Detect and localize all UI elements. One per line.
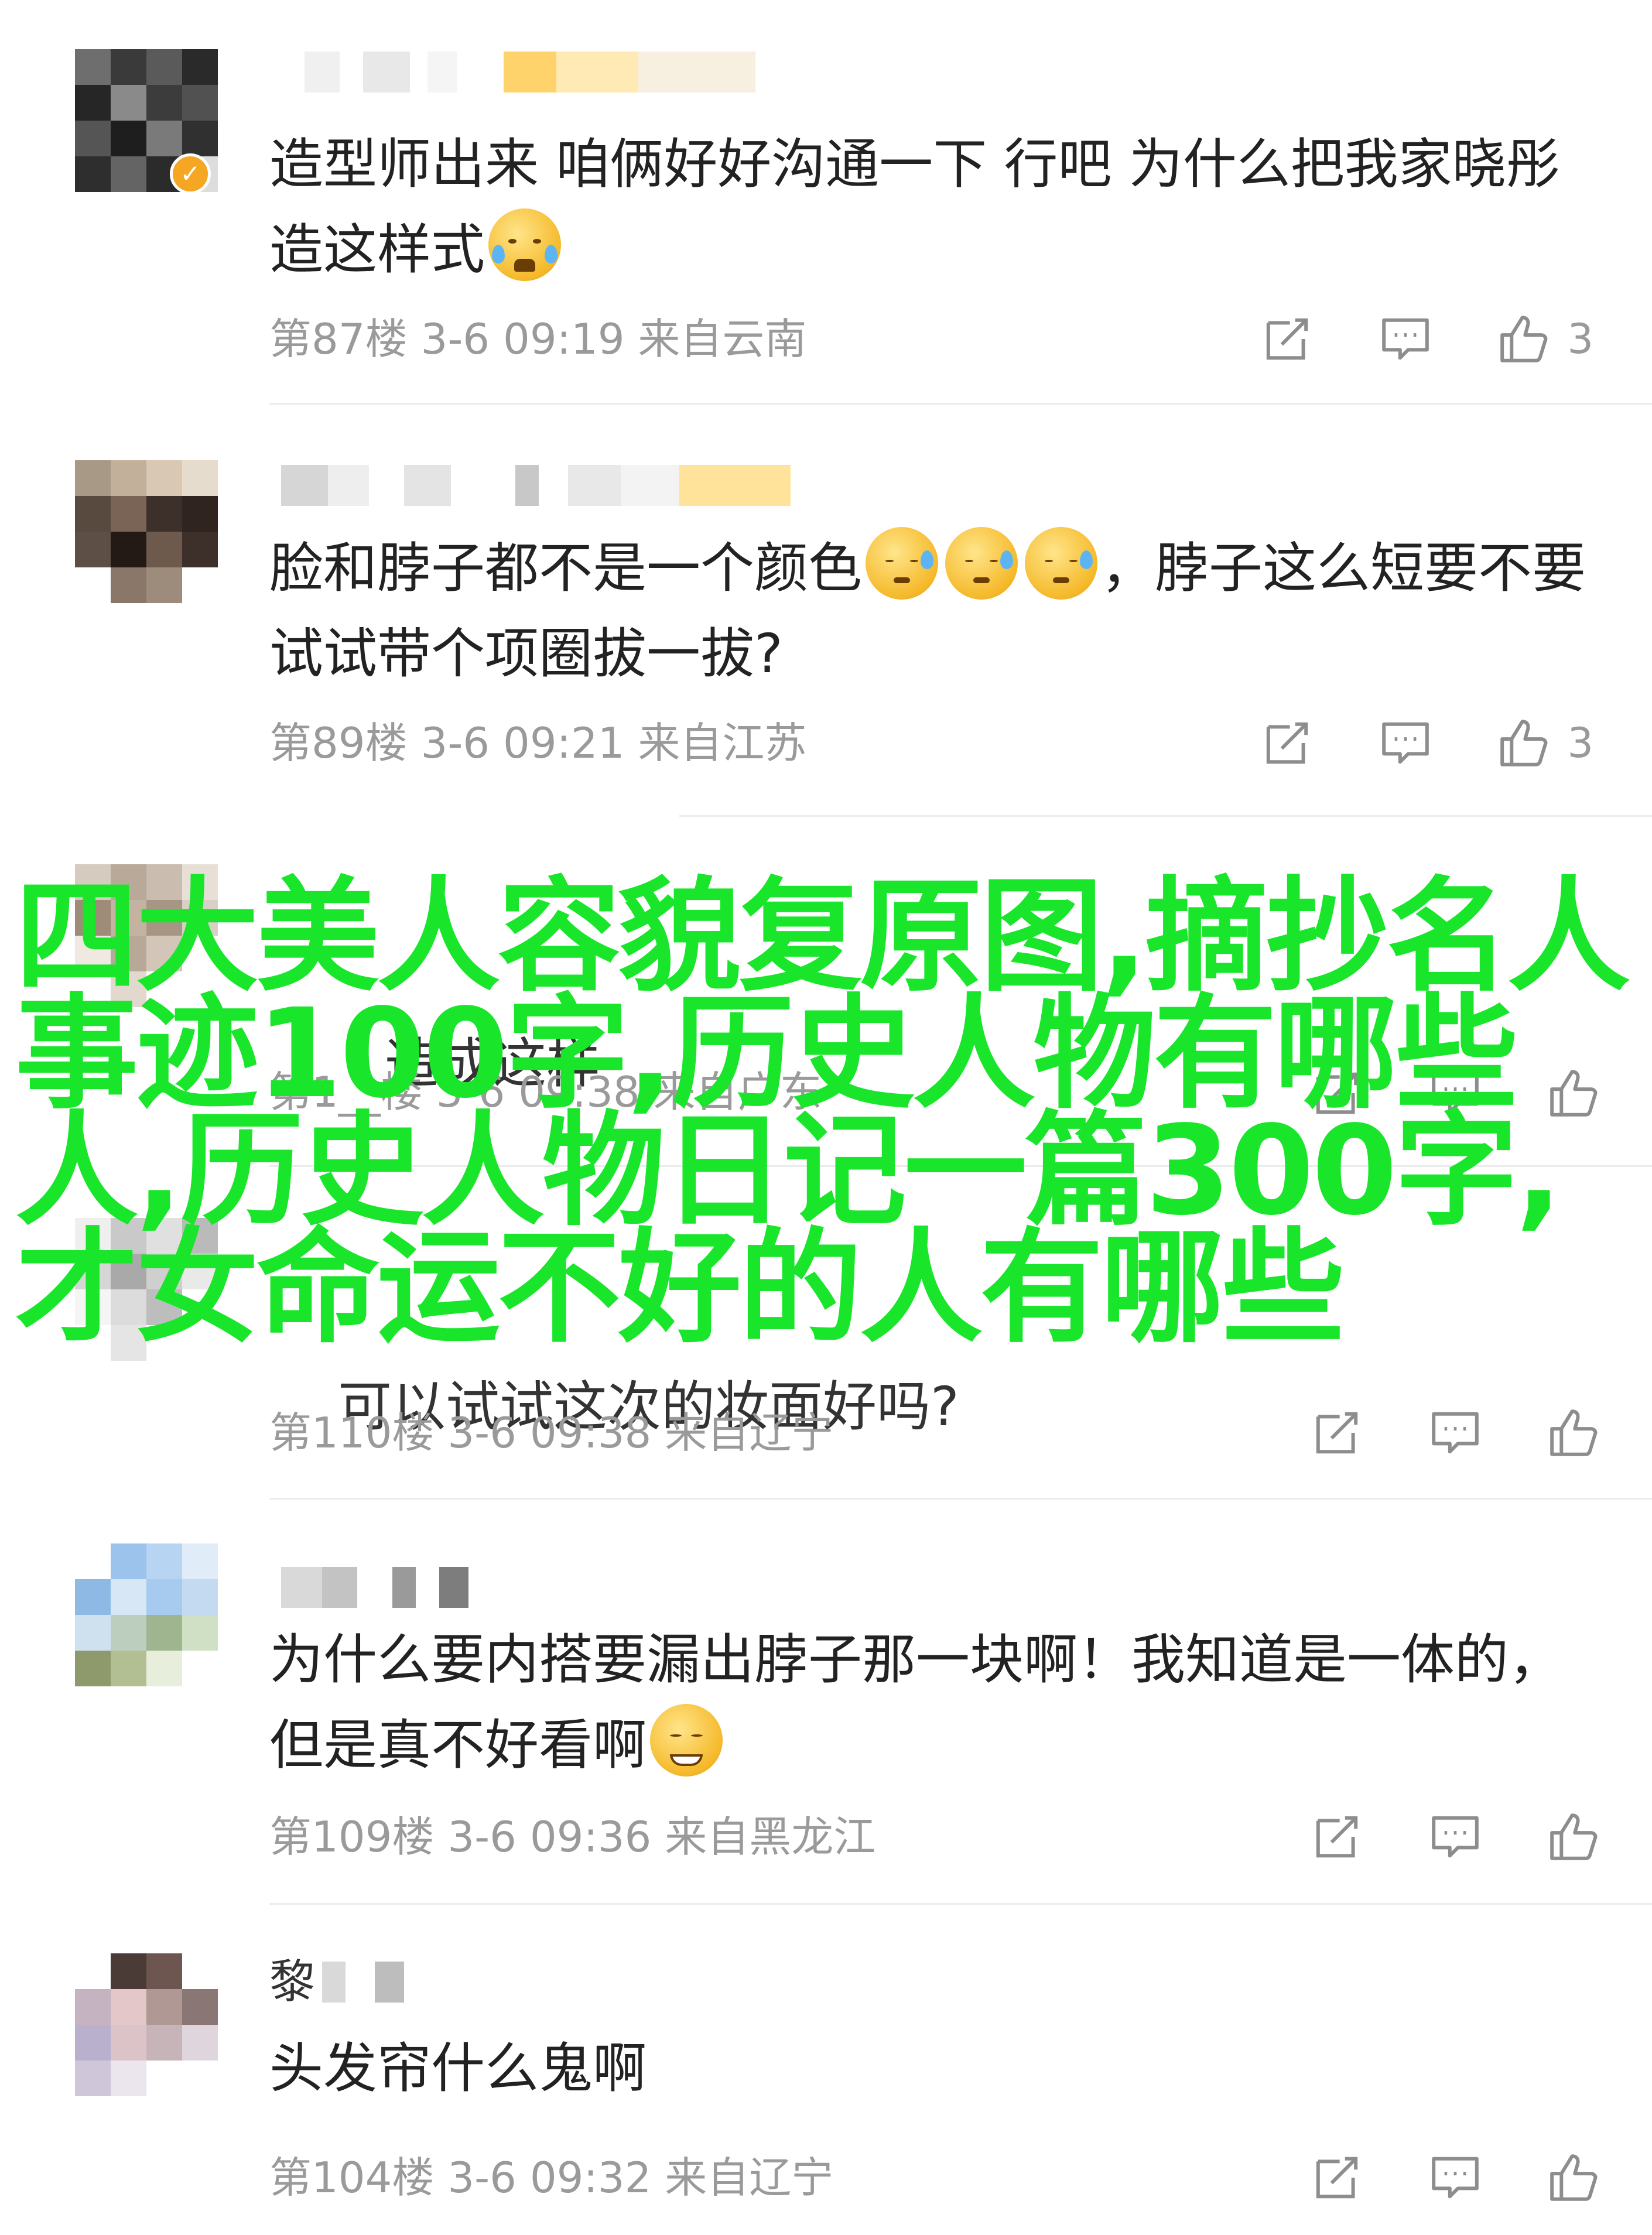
comment-meta: 第104楼 3-6 09:32 来自辽宁 [269,2151,833,2204]
cold-sweat-face-icon [1025,527,1098,600]
comment-time: 09:21 [503,718,625,768]
like-button[interactable] [1547,1406,1617,1460]
reply-button[interactable] [1379,312,1432,366]
avatar[interactable] [75,1953,218,2096]
comment-date: 3-6 [447,1812,517,1861]
like-icon [1550,1813,1598,1860]
loudly-crying-face-icon [488,208,562,281]
comment-location: 来自云南 [638,314,807,364]
comment-actions [1246,1805,1617,1869]
reply-icon [1432,1816,1479,1858]
share-icon [1267,318,1308,360]
like-icon [1500,720,1548,766]
share-button[interactable] [1260,312,1314,366]
reply-button[interactable] [1428,1406,1482,1460]
comment-text-content: 脸和脖子都不是一个颜色 [269,537,863,600]
comment-meta: 第110楼 3-6 09:38 来自辽宁 [269,1406,833,1459]
comment-date: 3-6 [420,314,490,364]
overlay-title: 四大美人容貌复原图,摘抄名人事迹100字,历史人物有哪些人,历史人物日记一篇30… [15,865,1630,1360]
share-icon [1267,722,1308,764]
reply-icon [1382,722,1429,764]
cold-sweat-face-icon [945,527,1018,600]
comment-location: 来自辽宁 [665,2153,834,2202]
reply-icon [1382,318,1429,360]
reply-icon [1432,2157,1479,2199]
share-button[interactable] [1310,1810,1364,1864]
share-button[interactable] [1310,2151,1364,2205]
comment-date: 3-6 [447,1408,517,1457]
share-icon [1316,1816,1358,1858]
like-button[interactable]: 3 [1497,716,1593,770]
share-button[interactable] [1260,716,1314,770]
comment-meta: 第109楼 3-6 09:36 来自黑龙江 [269,1810,875,1863]
like-icon [1550,2154,1598,2201]
floor-number: 第110楼 [269,1408,435,1457]
comment-date: 3-6 [420,718,490,768]
like-button[interactable] [1547,2151,1617,2205]
comment-actions [1246,2145,1617,2210]
reply-button[interactable] [1428,1810,1482,1864]
avatar[interactable] [75,1543,218,1686]
like-count: 3 [1567,719,1593,767]
comment-text-content: 为什么要内搭要漏出脖子那一块啊！我知道是一体的，但是真不好看啊 [269,1628,1563,1777]
comment-time: 09:32 [529,2153,652,2202]
divider [269,1498,1652,1500]
comment-time: 09:36 [529,1812,652,1861]
divider [269,403,1652,405]
verified-badge-icon: ✓ [170,153,211,194]
floor-number: 第109楼 [269,1812,435,1861]
comment-text: 造型师出来 咱俩好好沟通一下 行吧 为什么把我家晓彤造这样式 [269,122,1593,293]
username-visible-char: 黎 [269,1956,316,2008]
floor-number: 第89楼 [269,718,408,768]
divider [269,1903,1652,1905]
like-button[interactable] [1547,1810,1617,1864]
comment-actions [1246,1401,1617,1465]
like-count: 3 [1567,315,1593,363]
like-icon [1550,1409,1598,1456]
floor-number: 第87楼 [269,314,408,364]
comment-meta: 第89楼 3-6 09:21 来自江苏 [269,717,806,769]
comment-text: 为什么要内搭要漏出脖子那一块啊！我知道是一体的，但是真不好看啊 [269,1617,1593,1788]
comment-text-content: 头发帘什么鬼啊 [269,2037,647,2100]
avatar[interactable] [75,460,218,603]
share-icon [1316,2157,1358,2199]
share-button[interactable] [1310,1406,1364,1460]
comment-location: 来自江苏 [638,718,807,768]
comment-text: 脸和脖子都不是一个颜色 ，脖子这么短要不要试试带个项圈拔一拔? [269,526,1593,697]
comment-text: 头发帘什么鬼啊 [269,2026,1593,2111]
cold-sweat-face-icon [866,527,939,600]
like-button[interactable]: 3 [1497,312,1593,366]
comment-time: 09:38 [529,1408,652,1457]
comment-actions: 3 [1196,307,1593,371]
reply-icon [1432,1412,1479,1454]
comment-location: 来自辽宁 [665,1408,834,1457]
comment-location: 来自黑龙江 [665,1812,876,1861]
comment-meta: 第87楼 3-6 09:19 来自云南 [269,313,806,365]
dizzy-face-icon [650,1704,723,1777]
comment-text-content: 造型师出来 咱俩好好沟通一下 行吧 为什么把我家晓彤造这样式 [269,133,1560,281]
share-icon [1316,1412,1358,1454]
reply-button[interactable] [1428,2151,1482,2205]
comment-date: 3-6 [447,2153,517,2202]
comment-actions: 3 [1196,711,1593,775]
comment-time: 09:19 [503,314,625,364]
floor-number: 第104楼 [269,2153,435,2202]
like-icon [1500,316,1548,362]
divider [679,815,1652,817]
reply-button[interactable] [1379,716,1432,770]
